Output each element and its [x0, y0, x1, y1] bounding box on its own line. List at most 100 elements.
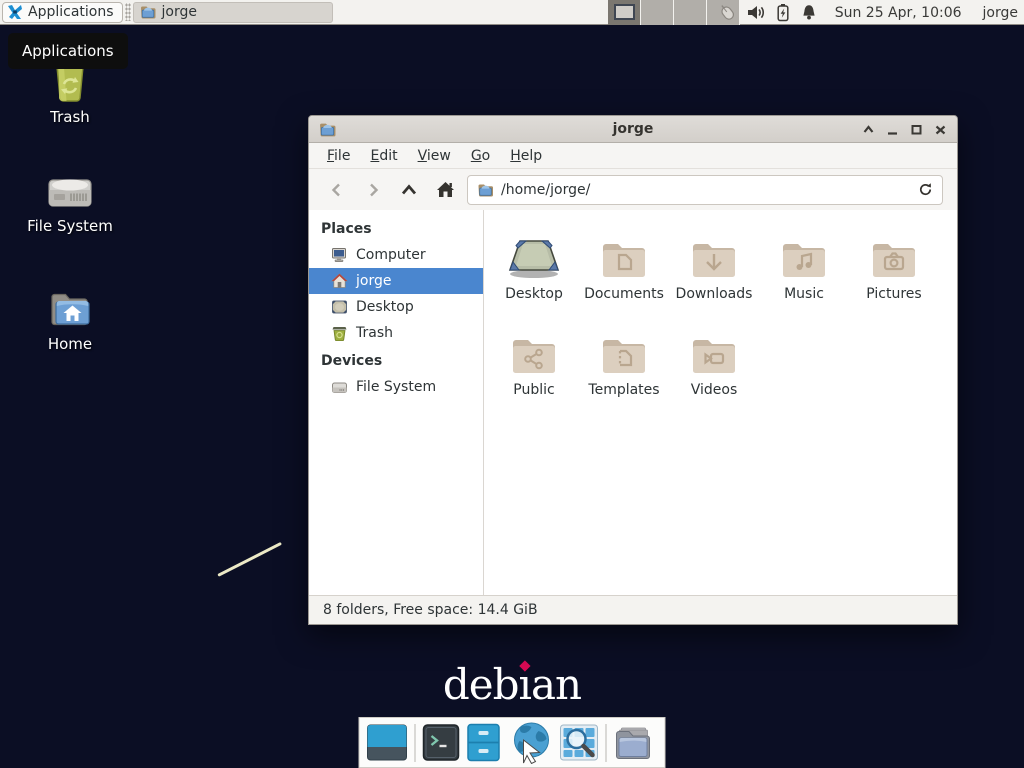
computer-icon — [331, 247, 348, 263]
forward-button[interactable] — [355, 175, 391, 205]
trash-icon — [331, 325, 348, 341]
menu-file[interactable]: File — [317, 145, 360, 167]
file-item-label: Public — [489, 382, 579, 398]
dock-separator — [415, 724, 416, 762]
reload-button[interactable] — [918, 182, 933, 197]
sidebar-item-jorge[interactable]: jorge — [309, 268, 483, 294]
folder-pictures-icon — [870, 238, 918, 280]
web-browser-icon[interactable] — [508, 721, 553, 764]
up-button[interactable] — [391, 175, 427, 205]
folder-icon[interactable] — [614, 725, 655, 761]
sidebar-item-label: Trash — [356, 325, 393, 341]
shade-button[interactable] — [862, 123, 875, 136]
taskbar-window-label: jorge — [162, 4, 197, 20]
xfce-logo-icon — [7, 4, 23, 20]
file-item-documents[interactable]: Documents — [579, 222, 669, 318]
menu-go[interactable]: Go — [461, 145, 500, 167]
dock-panel — [359, 717, 666, 768]
hard-drive-icon — [331, 380, 348, 395]
file-item-label: Pictures — [849, 286, 939, 302]
folder-documents-icon — [600, 238, 648, 280]
panel-user-label[interactable]: jorge — [983, 5, 1018, 21]
clock[interactable]: Sun 25 Apr, 10:06 — [835, 5, 962, 21]
file-manager-window: jorge File Edit View Go Help — [308, 115, 958, 625]
taskbar-window-button[interactable]: jorge — [133, 2, 333, 23]
stray-line-artifact — [217, 542, 282, 577]
workspace-1[interactable] — [608, 0, 641, 25]
path-folder-icon — [477, 183, 494, 197]
home-folder-icon — [47, 288, 93, 330]
file-item-label: Desktop — [489, 286, 579, 302]
debian-logo: debıan — [443, 660, 581, 709]
applications-tooltip: Applications — [8, 33, 128, 69]
file-item-label: Music — [759, 286, 849, 302]
toolbar: /home/jorge/ — [309, 169, 957, 210]
sidebar-item-label: Desktop — [356, 299, 414, 315]
sidebar-item-trash[interactable]: Trash — [309, 320, 483, 346]
path-bar[interactable]: /home/jorge/ — [467, 175, 943, 205]
show-desktop-icon[interactable] — [367, 724, 408, 761]
desktop-icon-label: Trash — [18, 108, 122, 126]
folder-videos-icon — [690, 334, 738, 376]
statusbar-text: 8 folders, Free space: 14.4 GiB — [323, 602, 538, 618]
sidebar-item-label: File System — [356, 379, 436, 395]
app-finder-icon[interactable] — [560, 724, 599, 761]
file-item-public[interactable]: Public — [489, 318, 579, 414]
minimize-button[interactable] — [886, 123, 899, 136]
workspace-3[interactable] — [674, 0, 707, 25]
terminal-icon[interactable] — [423, 724, 460, 761]
applications-menu-button[interactable]: Applications — [2, 2, 123, 23]
statusbar: 8 folders, Free space: 14.4 GiB — [309, 595, 957, 624]
back-button[interactable] — [319, 175, 355, 205]
sidebar: Places Computer jorge — [309, 210, 484, 595]
desktop-icon-label: Home — [18, 335, 122, 353]
file-item-label: Templates — [579, 382, 669, 398]
desktop-icon-home[interactable]: Home — [18, 288, 122, 353]
hard-drive-icon — [45, 170, 95, 212]
mouse-icon[interactable] — [717, 3, 738, 22]
file-item-templates[interactable]: Templates — [579, 318, 669, 414]
workspace-2[interactable] — [641, 0, 674, 25]
sidebar-places-header: Places — [309, 218, 483, 242]
file-cabinet-icon[interactable] — [467, 723, 501, 762]
folder-public-icon — [510, 334, 558, 376]
desktop-icon-file-system[interactable]: File System — [18, 170, 122, 235]
close-button[interactable] — [934, 123, 947, 136]
menubar: File Edit View Go Help — [309, 143, 957, 169]
menu-edit[interactable]: Edit — [360, 145, 407, 167]
system-tray: Sun 25 Apr, 10:06 jorge — [717, 0, 1018, 25]
home-icon — [331, 273, 348, 289]
sidebar-item-label: Computer — [356, 247, 426, 263]
maximize-button[interactable] — [910, 123, 923, 136]
file-item-videos[interactable]: Videos — [669, 318, 759, 414]
menu-view[interactable]: View — [408, 145, 461, 167]
dock-separator — [606, 724, 607, 762]
debian-logo-text: an — [531, 660, 581, 709]
top-panel: Applications jorge — [0, 0, 1024, 25]
desktop-surface-icon — [506, 234, 562, 280]
sidebar-item-label: jorge — [356, 273, 391, 289]
applications-menu-label: Applications — [28, 4, 114, 20]
home-button[interactable] — [427, 175, 463, 205]
volume-icon[interactable] — [747, 4, 766, 21]
folder-icon — [140, 5, 156, 19]
path-input[interactable]: /home/jorge/ — [501, 182, 590, 198]
file-item-music[interactable]: Music — [759, 222, 849, 318]
sidebar-item-file-system[interactable]: File System — [309, 374, 483, 400]
battery-icon[interactable] — [775, 3, 791, 22]
file-item-desktop[interactable]: Desktop — [489, 222, 579, 318]
file-item-label: Videos — [669, 382, 759, 398]
file-item-downloads[interactable]: Downloads — [669, 222, 759, 318]
folder-music-icon — [780, 238, 828, 280]
folder-templates-icon — [600, 334, 648, 376]
sidebar-item-desktop[interactable]: Desktop — [309, 294, 483, 320]
bell-icon[interactable] — [800, 3, 818, 22]
sidebar-item-computer[interactable]: Computer — [309, 242, 483, 268]
file-item-pictures[interactable]: Pictures — [849, 222, 939, 318]
panel-handle[interactable] — [125, 3, 131, 21]
titlebar[interactable]: jorge — [309, 116, 957, 143]
workspace-window-preview — [614, 4, 635, 20]
debian-logo-text: deb — [443, 660, 519, 709]
desktop-icon — [331, 299, 348, 315]
menu-help[interactable]: Help — [500, 145, 552, 167]
